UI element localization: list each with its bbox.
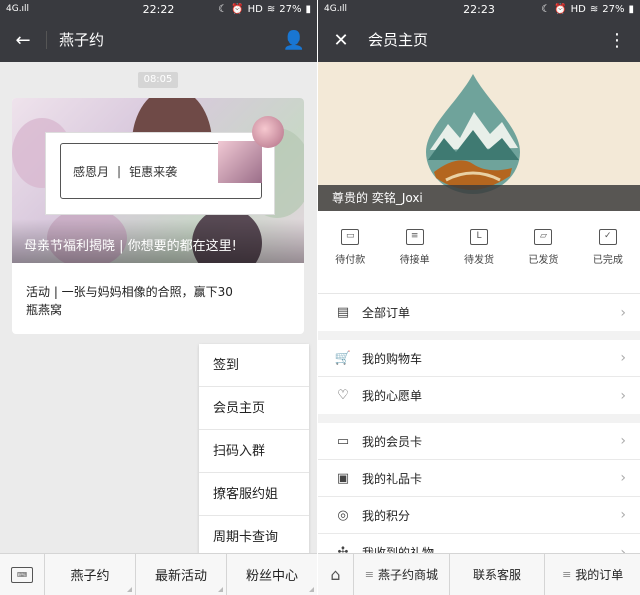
signal-indicator: 4G.ıll [324,4,348,14]
chevron-right-icon: › [620,433,626,449]
gift-card-icon: ▣ [336,470,350,486]
back-arrow-icon[interactable]: ← [10,30,36,51]
menu-tab-bar: ⌨ 燕子约 最新活动 粉丝中心 [0,553,317,595]
order-shipped[interactable]: ▱ 已发货 [511,229,575,293]
brand-logo [426,74,520,194]
member-hero: 尊贵的 奕铭_Joxi [318,62,640,211]
row-wishlist[interactable]: ♡ 我的心愿单 › [318,377,640,414]
row-all-orders[interactable]: ▤ 全部订单 › [318,294,640,331]
tab-latest-activity[interactable]: 最新活动 [136,554,227,595]
coins-icon: ◎ [337,507,349,523]
menu-item-checkin[interactable]: 签到 [199,344,309,387]
menu-item-join-group[interactable]: 扫码入群 [199,430,309,473]
banner-illustration [218,141,262,183]
row-gift-card[interactable]: ▣ 我的礼品卡 › [318,460,640,497]
order-pending-ship[interactable]: L 待发货 [447,229,511,293]
menu-item-member-home[interactable]: 会员主页 [199,387,309,430]
alarm-icon: ⏰ [231,3,244,15]
signal-indicator: 4G.ıll [6,4,30,14]
message-timestamp: 08:05 [138,72,178,88]
cart-icon: 🛒 [334,350,352,366]
tab-contact-service[interactable]: 联系客服 [450,554,546,595]
order-pending-payment[interactable]: ▭ 待付款 [318,229,382,293]
list-group-cards: ▭ 我的会员卡 › ▣ 我的礼品卡 › ◎ 我的积分 › ✣ 我收到的礼物 › [318,423,640,571]
order-pending-accept[interactable]: ≡ 待接单 [382,229,446,293]
status-bar: 4G.ıll 22:22 ☾ ⏰ HD ≋ 27% ▮ [0,0,317,18]
chevron-right-icon: › [620,470,626,486]
status-time: 22:23 [463,2,495,16]
bottom-tab-bar: ⌂ ≡ 燕子约商城 联系客服 ≡ 我的订单 [318,553,640,595]
moon-icon: ☾ [541,3,551,15]
list-group-shopping: 🛒 我的购物车 › ♡ 我的心愿单 › [318,340,640,414]
wallet-icon: ▭ [341,229,360,245]
order-status-bar: ▭ 待付款 ≡ 待接单 L 待发货 ▱ 已发货 ✓ 已完成 [318,211,640,293]
hd-label: HD [247,3,263,15]
tab-yanziyue[interactable]: 燕子约 [45,554,136,595]
nav-bar: ← 燕子约 👤 [0,18,317,62]
document-icon: ▤ [336,305,350,320]
menu-popup: 签到 会员主页 扫码入群 撩客服约姐 周期卡查询 [199,344,309,556]
article-thumbnail [252,116,284,148]
status-bar: 4G.ıll 22:23 ☾ ⏰ HD ≋ 27% ▮ [318,0,640,18]
battery-icon: ▮ [305,3,311,15]
banner-inner-card: 感恩月 | 钜惠来袭 [45,132,275,215]
moon-icon: ☾ [218,3,228,15]
article-text: 活动 | 一张与妈妈相像的合照，赢下30瓶燕窝 [26,285,233,317]
chevron-right-icon: › [620,507,626,523]
chat-title: 燕子约 [46,31,104,49]
member-name: 尊贵的 奕铭_Joxi [318,185,640,211]
battery-level: 27% [279,3,302,15]
tab-my-orders[interactable]: ≡ 我的订单 [545,554,640,595]
status-time: 22:22 [142,2,175,16]
nav-bar: ✕ 会员主页 ⋮ [318,18,640,62]
list-icon: ≡ [405,229,424,245]
close-icon[interactable]: ✕ [328,30,354,51]
card-icon: ▭ [336,433,350,449]
menu-item-customer-service[interactable]: 撩客服约姐 [199,473,309,516]
wifi-icon: ≋ [266,3,276,15]
menu-icon: ≡ [562,568,572,581]
order-completed[interactable]: ✓ 已完成 [576,229,640,293]
tab-mall[interactable]: ≡ 燕子约商城 [354,554,450,595]
tab-fan-center[interactable]: 粉丝中心 [227,554,317,595]
battery-icon: ▮ [628,3,634,15]
hd-label: HD [570,3,586,15]
wechat-chat-screen: 4G.ıll 22:22 ☾ ⏰ HD ≋ 27% ▮ ← 燕子约 👤 08:0… [0,0,317,595]
alarm-icon: ⏰ [554,3,567,15]
profile-icon[interactable]: 👤 [281,30,307,51]
row-points[interactable]: ◎ 我的积分 › [318,497,640,534]
member-home-screen: 4G.ıll 22:23 ☾ ⏰ HD ≋ 27% ▮ ✕ 会员主页 ⋮ 尊贵的… [318,0,640,595]
menu-icon: ≡ [364,568,374,581]
screenshot: 4G.ıll 22:22 ☾ ⏰ HD ≋ 27% ▮ ← 燕子约 👤 08:0… [0,0,640,595]
chevron-right-icon: › [620,304,626,321]
heart-icon: ♡ [337,388,349,403]
home-icon[interactable]: ⌂ [318,554,354,595]
chevron-right-icon: › [620,350,626,366]
list-group-orders: ▤ 全部订单 › [318,293,640,331]
keyboard-toggle[interactable]: ⌨ [0,554,45,595]
check-icon: ✓ [598,229,617,245]
box-icon: L [470,229,489,245]
more-icon[interactable]: ⋮ [604,30,630,51]
wifi-icon: ≋ [589,3,599,15]
article-card[interactable]: 感恩月 | 钜惠来袭 母亲节福利揭晓 | 你想要的都在这里! 活动 | 一张与妈… [12,98,304,334]
row-cart[interactable]: 🛒 我的购物车 › [318,340,640,377]
row-member-card[interactable]: ▭ 我的会员卡 › [318,423,640,460]
chevron-right-icon: › [620,387,626,404]
page-title: 会员主页 [368,31,429,49]
keyboard-icon: ⌨ [11,566,33,583]
banner-caption: 母亲节福利揭晓 | 你想要的都在这里! [12,219,304,263]
truck-icon: ▱ [534,229,553,245]
battery-level: 27% [602,3,625,15]
